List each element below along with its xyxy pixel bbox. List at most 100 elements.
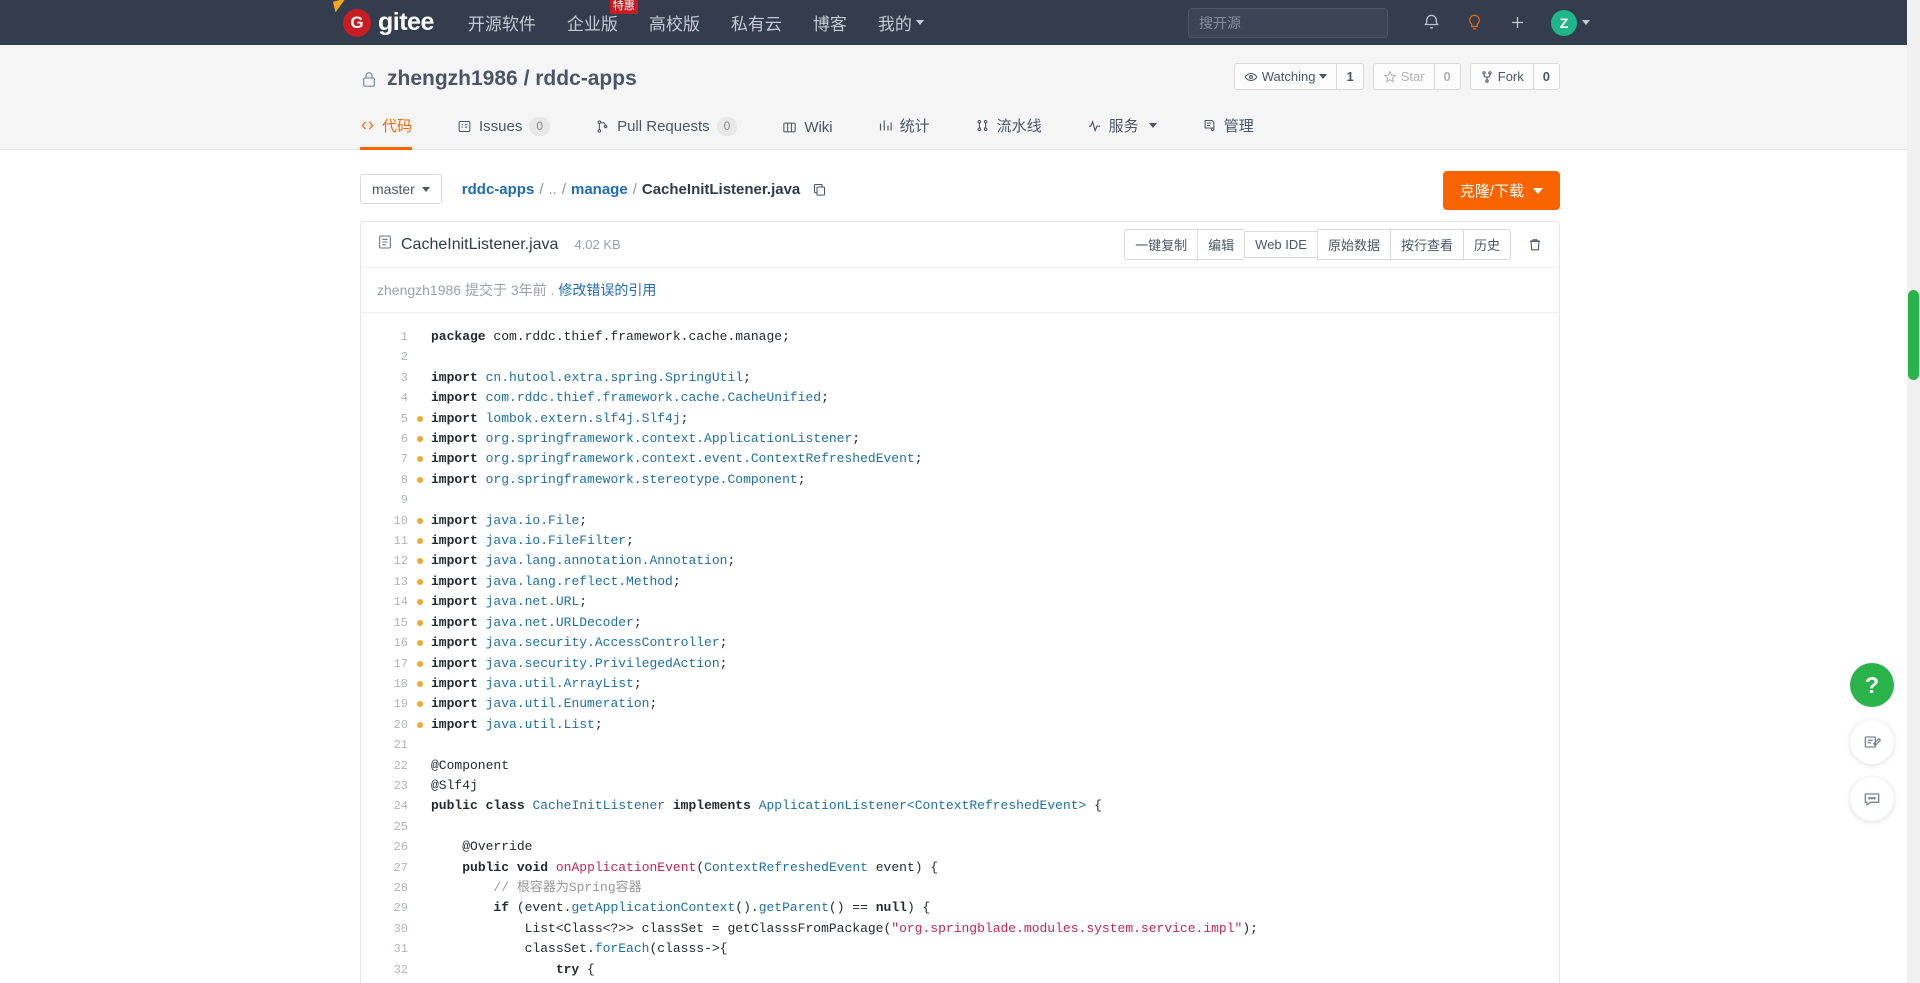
nav-link-opensource[interactable]: 开源软件 <box>468 10 536 35</box>
breadcrumb-parent[interactable]: .. <box>548 181 556 198</box>
code-line: import java.lang.reflect.Method; <box>431 573 681 589</box>
line-number[interactable]: 28 <box>361 878 415 898</box>
line-number[interactable]: 22 <box>361 756 415 776</box>
line-number[interactable]: 5 <box>361 409 423 429</box>
line-number[interactable]: 11 <box>361 531 423 551</box>
tab-wiki[interactable]: Wiki <box>782 110 833 150</box>
repo-name[interactable]: rddc-apps <box>535 67 637 90</box>
feedback-edit-icon[interactable] <box>1850 720 1894 764</box>
tab-manage[interactable]: 管理 <box>1202 106 1254 150</box>
branch-selector[interactable]: master <box>360 174 442 204</box>
unresolved-import-dot-icon <box>417 619 423 626</box>
top-navigation-bar: G gitee 开源软件 企业版 特惠 高校版 私有云 博客 我的 搜开源 Z <box>0 0 1920 45</box>
tab-services[interactable]: 服务 <box>1087 106 1157 150</box>
copy-icon[interactable] <box>812 182 827 197</box>
line-number[interactable]: 16 <box>361 633 423 653</box>
line-number[interactable]: 26 <box>361 837 415 857</box>
line-number[interactable]: 19 <box>361 694 423 714</box>
settings-icon <box>1202 118 1217 133</box>
code-line: // 根容器为Spring容器 <box>493 879 642 895</box>
edit-button[interactable]: 编辑 <box>1197 229 1245 260</box>
nav-link-university[interactable]: 高校版 <box>649 10 700 35</box>
line-number[interactable]: 17 <box>361 654 423 674</box>
tab-pull-requests[interactable]: Pull Requests 0 <box>595 108 738 150</box>
tab-pipeline[interactable]: 流水线 <box>975 106 1042 150</box>
search-input[interactable] <box>1188 7 1388 38</box>
fork-button[interactable]: Fork <box>1469 63 1533 90</box>
breadcrumb-folder[interactable]: manage <box>571 181 628 198</box>
scrollbar-thumb[interactable] <box>1908 290 1919 380</box>
commit-message[interactable]: 修改错误的引用 <box>558 282 656 298</box>
repo-owner[interactable]: zhengzh1986 <box>387 67 518 90</box>
code-content[interactable]: package com.rddc.thief.framework.cache.m… <box>415 313 1559 983</box>
commit-dot: . <box>550 282 555 298</box>
line-number[interactable]: 23 <box>361 776 415 796</box>
line-number[interactable]: 7 <box>361 449 423 469</box>
history-button[interactable]: 历史 <box>1462 229 1511 260</box>
line-number[interactable]: 10 <box>361 511 423 531</box>
breadcrumb-repo[interactable]: rddc-apps <box>462 181 535 198</box>
user-avatar-menu[interactable]: Z <box>1551 9 1590 36</box>
line-number[interactable]: 32 <box>361 960 415 980</box>
code-line: import org.springframework.context.event… <box>431 451 923 467</box>
line-number[interactable]: 21 <box>361 735 415 755</box>
line-number[interactable]: 1 <box>361 327 415 347</box>
lightbulb-icon[interactable] <box>1465 13 1484 32</box>
copy-all-button[interactable]: 一键复制 <box>1124 229 1198 260</box>
line-number[interactable]: 31 <box>361 939 415 959</box>
breadcrumb-current-file: CacheInitListener.java <box>641 180 801 198</box>
commit-author[interactable]: zhengzh1986 <box>377 282 461 298</box>
tab-statistics[interactable]: 统计 <box>878 106 930 150</box>
line-number[interactable]: 4 <box>361 388 415 408</box>
line-number[interactable]: 3 <box>361 368 415 388</box>
web-ide-button[interactable]: Web IDE <box>1244 231 1317 258</box>
repo-separator: / <box>523 67 530 90</box>
bell-icon[interactable] <box>1422 13 1441 32</box>
line-number[interactable]: 15 <box>361 613 423 633</box>
nav-link-label: 开源软件 <box>467 15 536 34</box>
repository-action-buttons: Watching 1 Star 0 Fork 0 <box>1233 63 1560 90</box>
line-number[interactable]: 2 <box>361 347 415 367</box>
line-number[interactable]: 9 <box>361 490 415 510</box>
blame-button[interactable]: 按行查看 <box>1389 229 1463 260</box>
code-line: public class CacheInitListener implement… <box>431 798 1102 814</box>
line-number[interactable]: 6 <box>361 429 423 449</box>
star-count[interactable]: 0 <box>1433 63 1461 90</box>
tab-count: 0 <box>529 117 551 136</box>
gitee-logo[interactable]: G gitee <box>332 0 434 37</box>
raw-data-button[interactable]: 原始数据 <box>1316 229 1390 260</box>
nav-link-blog[interactable]: 博客 <box>813 10 847 35</box>
tab-code[interactable]: 代码 <box>360 106 413 150</box>
line-number[interactable]: 29 <box>361 898 415 918</box>
tab-count: 0 <box>716 117 738 136</box>
fork-icon <box>1482 70 1492 83</box>
tab-issues[interactable]: Issues 0 <box>457 108 551 150</box>
chat-icon[interactable] <box>1850 777 1894 821</box>
fork-count[interactable]: 0 <box>1532 63 1560 90</box>
help-icon[interactable]: ? <box>1850 663 1894 707</box>
commit-time: 3年前 <box>510 282 547 298</box>
line-number[interactable]: 12 <box>361 551 423 571</box>
star-button[interactable]: Star <box>1372 63 1434 90</box>
line-number[interactable]: 30 <box>361 919 415 939</box>
line-number[interactable]: 14 <box>361 592 423 612</box>
watch-button[interactable]: Watching <box>1233 63 1337 90</box>
line-number[interactable]: 27 <box>361 858 415 878</box>
code-line: import java.security.AccessController; <box>431 635 728 651</box>
line-number[interactable]: 18 <box>361 674 423 694</box>
nav-link-enterprise[interactable]: 企业版 特惠 <box>567 0 638 35</box>
trash-icon[interactable] <box>1527 236 1543 253</box>
watch-count[interactable]: 1 <box>1336 63 1364 90</box>
line-number[interactable]: 24 <box>361 796 415 816</box>
line-number[interactable]: 8 <box>361 470 423 490</box>
line-number[interactable]: 20 <box>361 715 423 735</box>
nav-link-mine[interactable]: 我的 <box>878 10 924 35</box>
line-number[interactable]: 25 <box>361 817 415 837</box>
plus-icon[interactable] <box>1508 13 1527 32</box>
scrollbar-track[interactable] <box>1907 0 1920 983</box>
clone-download-button[interactable]: 克隆/下载 <box>1442 171 1560 210</box>
nav-link-private-cloud[interactable]: 私有云 <box>731 10 782 35</box>
gitee-logo-icon: G <box>332 0 371 37</box>
line-number[interactable]: 13 <box>361 572 423 592</box>
